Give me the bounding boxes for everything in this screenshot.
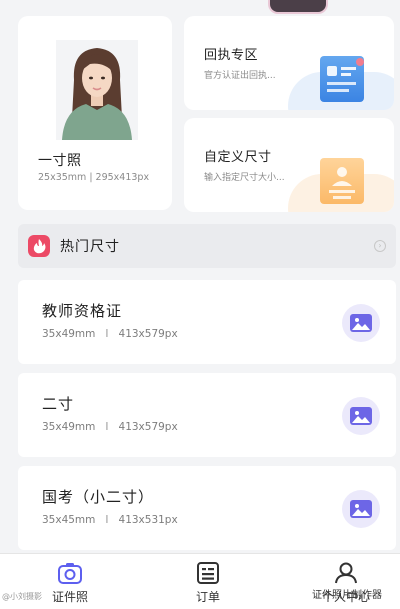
tab-orders[interactable]: 订单: [158, 554, 258, 609]
list-item[interactable]: 二寸 35x49mm I 413x579px: [18, 373, 396, 457]
receipt-zone-card[interactable]: 回执专区 官方认证出回执...: [184, 16, 394, 110]
card-title: 一寸照: [38, 153, 82, 169]
flame-icon: [28, 235, 50, 257]
camera-icon: [58, 563, 82, 584]
size-px: 413x579px: [118, 421, 178, 433]
size-title: 教师资格证: [42, 302, 123, 320]
image-icon: [342, 397, 380, 435]
watermark-left: @小刘摄影: [2, 592, 42, 601]
tab-label: 订单: [195, 590, 220, 604]
one-inch-photo-card[interactable]: 一寸照 25x35mm | 295x413px: [18, 16, 172, 210]
size-mm: 35x49mm: [42, 328, 96, 340]
separator: I: [105, 421, 109, 433]
separator: I: [105, 514, 109, 526]
card-title: 回执专区: [204, 48, 259, 63]
top-image-peek: [268, 0, 328, 14]
size-spec: 35x49mm I 413x579px: [42, 421, 178, 433]
card-description: 官方认证出回执...: [204, 71, 276, 81]
size-px: 413x531px: [118, 514, 178, 526]
separator: I: [105, 328, 109, 340]
image-icon: [342, 304, 380, 342]
size-spec: 35x45mm I 413x531px: [42, 514, 178, 526]
card-description: 输入指定尺寸大小...: [204, 173, 285, 183]
custom-size-document-icon: [320, 158, 364, 204]
card-size: 25x35mm | 295x413px: [38, 172, 150, 183]
receipt-document-icon: [320, 56, 364, 102]
size-title: 国考（小二寸）: [42, 488, 155, 506]
image-icon: [342, 490, 380, 528]
list-item[interactable]: 教师资格证 35x49mm I 413x579px: [18, 280, 396, 364]
hot-sizes-label: 热门尺寸: [60, 239, 120, 255]
order-list-icon: [197, 562, 219, 584]
portrait-illustration: [56, 40, 138, 140]
size-mm: 35x49mm: [42, 421, 96, 433]
size-px: 413x579px: [118, 328, 178, 340]
size-spec: 35x49mm I 413x579px: [42, 328, 178, 340]
size-mm: 35x45mm: [42, 514, 96, 526]
hot-sizes-header[interactable]: 热门尺寸 ›: [18, 224, 396, 268]
list-item[interactable]: 国考（小二寸） 35x45mm I 413x531px: [18, 466, 396, 550]
custom-size-card[interactable]: 自定义尺寸 输入指定尺寸大小...: [184, 118, 394, 212]
chevron-right-icon[interactable]: ›: [374, 240, 386, 252]
size-title: 二寸: [42, 395, 75, 413]
user-icon: [335, 562, 357, 584]
card-title: 自定义尺寸: [204, 150, 272, 165]
watermark-right: 证件照片制作器: [312, 590, 382, 601]
